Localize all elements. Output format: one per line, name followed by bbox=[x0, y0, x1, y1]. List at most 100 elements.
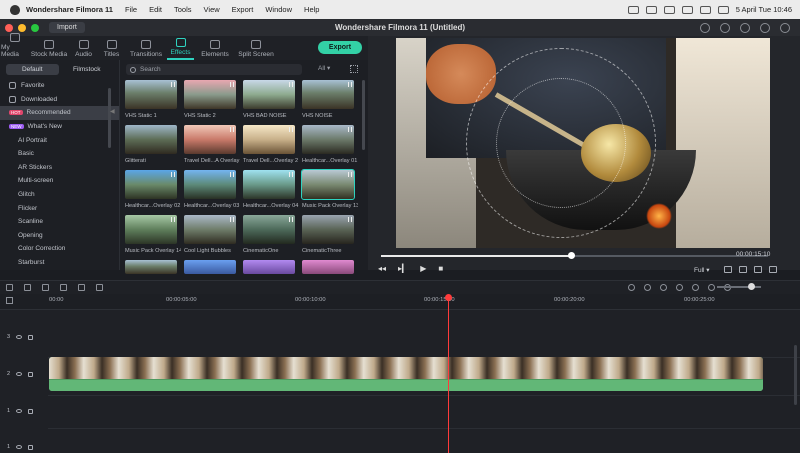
account-icon[interactable] bbox=[740, 22, 750, 33]
download-icon[interactable] bbox=[348, 82, 352, 87]
add-track-icon[interactable] bbox=[6, 297, 13, 304]
shield-icon[interactable] bbox=[644, 284, 651, 291]
effect-tile[interactable]: Travel Dell...Overlay 2 bbox=[243, 125, 298, 166]
tab-effects[interactable]: Effects bbox=[167, 38, 194, 60]
play-icon[interactable]: ▶ bbox=[420, 264, 426, 273]
tab-audio[interactable]: Audio bbox=[70, 40, 97, 60]
download-icon[interactable] bbox=[289, 82, 293, 87]
category-recommended[interactable]: HOT Recommended bbox=[0, 106, 119, 120]
effect-tile[interactable]: CinematicOne bbox=[243, 215, 295, 256]
effects-scrollbar[interactable] bbox=[362, 80, 365, 150]
category-ai-portrait[interactable]: AI Portrait bbox=[0, 133, 119, 147]
effect-tile[interactable]: Healthcar...Overlay 02 bbox=[125, 170, 180, 211]
maximize-icon[interactable] bbox=[31, 23, 39, 32]
bulb-icon[interactable] bbox=[720, 22, 730, 33]
collapse-arrow-icon[interactable]: ◀ bbox=[110, 108, 115, 115]
download-icon[interactable] bbox=[171, 217, 175, 222]
adjust-icon[interactable] bbox=[96, 284, 103, 291]
export-button[interactable]: Export bbox=[318, 41, 362, 54]
effect-tile[interactable]: Healthcar...Overlay 04 bbox=[243, 170, 298, 211]
grid-icon[interactable] bbox=[6, 284, 13, 291]
search-input[interactable]: Search bbox=[126, 64, 302, 75]
ai-icon[interactable] bbox=[692, 284, 699, 291]
download-icon[interactable] bbox=[230, 127, 234, 132]
download-icon[interactable] bbox=[348, 217, 352, 222]
download-icon[interactable] bbox=[348, 127, 352, 132]
video-preview[interactable] bbox=[396, 38, 770, 248]
effect-tile[interactable]: Healthcar...Overlay 01 bbox=[302, 125, 357, 166]
tab-split-screen[interactable]: Split Screen bbox=[236, 40, 276, 60]
wifi-icon[interactable] bbox=[699, 5, 711, 14]
lock-icon[interactable] bbox=[28, 408, 34, 414]
download-icon[interactable] bbox=[348, 172, 352, 177]
lock-icon[interactable] bbox=[28, 334, 34, 340]
fullscreen-icon[interactable] bbox=[769, 266, 777, 273]
lock-icon[interactable] bbox=[28, 371, 34, 377]
display-icon[interactable] bbox=[724, 266, 732, 273]
category-basic[interactable]: Basic bbox=[0, 147, 119, 161]
timeline-ruler[interactable]: 00:00 00:00:05:00 00:00:10:00 00:00:15:0… bbox=[0, 294, 800, 310]
notification-icon[interactable] bbox=[780, 22, 790, 33]
category-whats-new[interactable]: NEW What's New bbox=[0, 120, 119, 134]
close-icon[interactable] bbox=[5, 23, 13, 32]
effect-tile[interactable]: Music Pack Overlay 14 bbox=[125, 215, 181, 256]
effect-tile[interactable]: Glitterati bbox=[125, 125, 177, 166]
quality-select[interactable]: Full ▾ bbox=[694, 266, 710, 274]
category-downloaded[interactable]: Downloaded bbox=[0, 93, 119, 107]
snapshot-icon[interactable] bbox=[739, 266, 747, 273]
flag-icon[interactable] bbox=[663, 5, 675, 14]
grid-view-icon[interactable] bbox=[350, 65, 358, 73]
effect-tile[interactable]: Healthcar...Overlay 03 bbox=[184, 170, 239, 211]
eye-icon[interactable] bbox=[16, 409, 23, 413]
step-back-icon[interactable]: ◂◂ bbox=[378, 264, 386, 273]
mic-icon[interactable] bbox=[660, 284, 667, 291]
category-color-correction[interactable]: Color Correction bbox=[0, 242, 119, 256]
eye-icon[interactable] bbox=[16, 335, 23, 339]
menu-help[interactable]: Help bbox=[304, 5, 319, 14]
prev-frame-icon[interactable]: ▸▎ bbox=[398, 264, 408, 273]
category-opening[interactable]: Opening bbox=[0, 229, 119, 243]
snap-icon[interactable] bbox=[708, 284, 715, 291]
redo-icon[interactable] bbox=[42, 284, 49, 291]
effect-tile[interactable]: CinematicThree bbox=[302, 215, 354, 256]
menu-file[interactable]: File bbox=[125, 5, 137, 14]
lock-icon[interactable] bbox=[28, 444, 34, 450]
download-icon[interactable] bbox=[171, 82, 175, 87]
categories-scrollbar[interactable] bbox=[108, 88, 111, 148]
delete-icon[interactable] bbox=[60, 284, 67, 291]
category-favorite[interactable]: Favorite bbox=[0, 79, 119, 93]
volume-icon[interactable] bbox=[754, 266, 762, 273]
render-icon[interactable] bbox=[628, 284, 635, 291]
tab-elements[interactable]: Elements bbox=[195, 40, 235, 60]
filter-select[interactable]: All ▾ bbox=[318, 64, 330, 72]
battery-icon[interactable] bbox=[681, 5, 693, 14]
tab-my-media[interactable]: My Media bbox=[1, 33, 28, 60]
progress-handle[interactable] bbox=[567, 252, 575, 259]
status-icon[interactable] bbox=[645, 5, 657, 14]
headset-icon[interactable] bbox=[760, 22, 770, 33]
tab-transitions[interactable]: Transitions bbox=[126, 40, 166, 60]
menu-view[interactable]: View bbox=[204, 5, 220, 14]
zoom-handle[interactable] bbox=[748, 283, 755, 290]
eye-icon[interactable] bbox=[16, 372, 23, 376]
undo-icon[interactable] bbox=[24, 284, 31, 291]
menu-tools[interactable]: Tools bbox=[174, 5, 192, 14]
download-icon[interactable] bbox=[171, 172, 175, 177]
timeline-scrollbar[interactable] bbox=[794, 345, 797, 405]
search-icon[interactable] bbox=[717, 5, 729, 14]
effect-tile[interactable]: Cool Light Bubbles bbox=[184, 215, 236, 256]
effect-tile[interactable]: VHS Static 2 bbox=[184, 80, 236, 121]
segment-default[interactable]: Default bbox=[6, 64, 59, 75]
download-icon[interactable] bbox=[289, 127, 293, 132]
download-icon[interactable] bbox=[289, 172, 293, 177]
cut-icon[interactable] bbox=[78, 284, 85, 291]
category-flicker[interactable]: Flicker bbox=[0, 201, 119, 215]
effect-tile[interactable]: VHS Static 1 bbox=[125, 80, 177, 121]
stop-icon[interactable]: ■ bbox=[438, 264, 443, 273]
import-button[interactable]: Import bbox=[49, 22, 85, 33]
mixer-icon[interactable] bbox=[676, 284, 683, 291]
playback-progress[interactable] bbox=[381, 252, 768, 259]
effect-tile[interactable]: VHS BAD NOISE bbox=[243, 80, 295, 121]
category-starburst[interactable]: Starburst bbox=[0, 256, 119, 270]
clock[interactable]: 5 April Tue 10:46 bbox=[736, 5, 792, 14]
